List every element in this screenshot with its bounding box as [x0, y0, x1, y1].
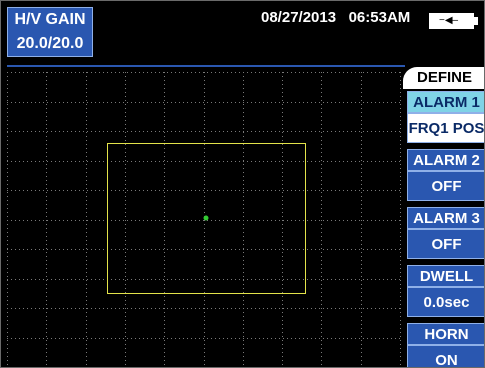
alarm2-value: OFF — [407, 171, 484, 201]
dwell-label: DWELL — [407, 265, 484, 287]
menu-tab-define[interactable]: DEFINE — [403, 67, 484, 89]
gain-title: H/V GAIN — [14, 11, 86, 28]
alarm3-value: OFF — [407, 229, 484, 259]
datetime: 08/27/2013 06:53AM — [261, 9, 410, 26]
gain-value: 20.0/20.0 — [16, 35, 84, 52]
alarm2-label: ALARM 2 — [407, 149, 484, 171]
battery-tip — [474, 17, 478, 25]
alarm1-label: ALARM 1 — [407, 91, 484, 113]
plot-grid — [7, 72, 401, 367]
plug-icon: −◀‒ — [439, 15, 459, 26]
instrument-screen: H/V GAIN 20.0/20.0 08/27/2013 06:53AM −◀… — [0, 0, 485, 368]
alarm3-label: ALARM 3 — [407, 207, 484, 229]
horn-value: ON — [407, 345, 484, 367]
dwell-value: 0.0sec — [407, 287, 484, 317]
gain-display[interactable]: H/V GAIN 20.0/20.0 — [7, 7, 93, 57]
header-divider — [7, 65, 405, 67]
battery-plugged-icon: −◀‒ — [429, 13, 474, 29]
alarm1-value: FRQ1 POS — [407, 113, 484, 143]
time-text: 06:53AM — [348, 9, 411, 26]
signal-dot — [203, 215, 209, 221]
horn-label: HORN — [407, 323, 484, 345]
impedance-plane-plot — [7, 72, 401, 367]
date-text: 08/27/2013 — [261, 9, 337, 26]
